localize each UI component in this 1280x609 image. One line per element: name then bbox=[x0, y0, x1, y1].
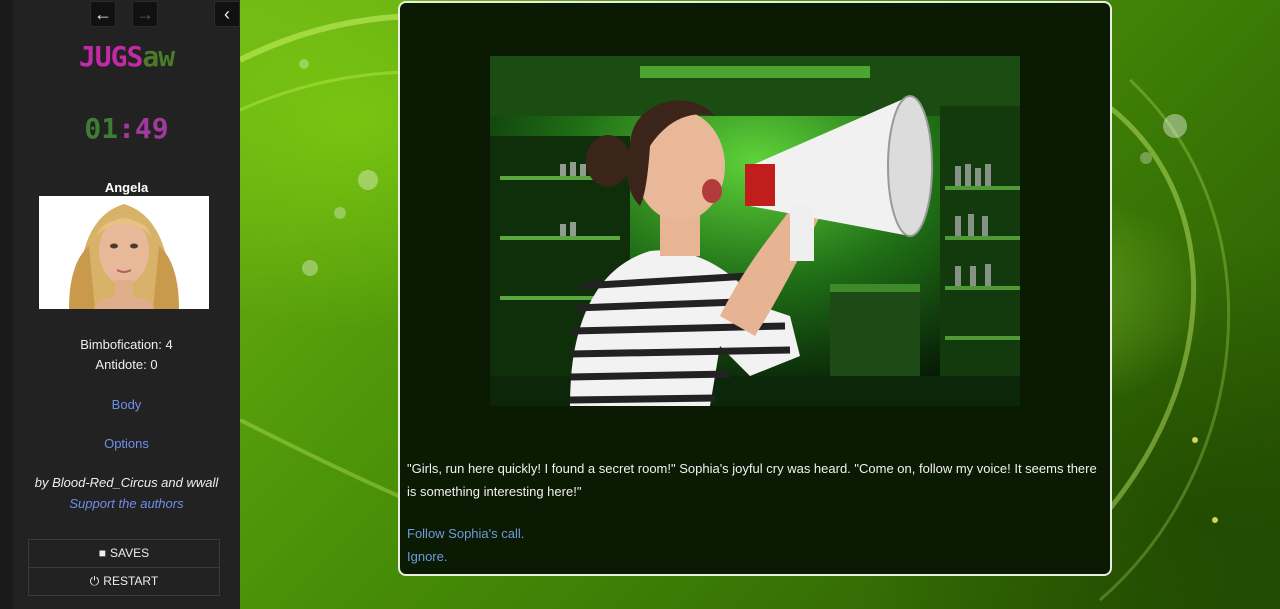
power-icon: ⏻ bbox=[89, 574, 100, 588]
scene-illustration bbox=[490, 56, 1020, 406]
choice-ignore-link[interactable]: Ignore. bbox=[407, 549, 447, 564]
arrow-left-icon: ← bbox=[94, 4, 112, 24]
restart-button[interactable]: ⏻ RESTART bbox=[28, 567, 220, 596]
options-link[interactable]: Options bbox=[13, 436, 240, 451]
history-forward-button[interactable]: → bbox=[132, 1, 158, 27]
sidebar-collapse-button[interactable]: ‹ bbox=[214, 1, 240, 27]
chevron-left-icon: ‹ bbox=[224, 4, 230, 24]
story-passage: "Girls, run here quickly! I found a secr… bbox=[398, 1, 1112, 576]
sidebar: ← → ‹ JUGSaw 01:49 Angela Bimbofication:… bbox=[0, 0, 240, 609]
choice-follow-sophia-link[interactable]: Follow Sophia's call. bbox=[407, 526, 524, 541]
saves-button[interactable]: ■ SAVES bbox=[28, 539, 220, 568]
character-name: Angela bbox=[104, 180, 149, 195]
bimbofication-stat: Bimbofication: 4 bbox=[80, 337, 173, 352]
countdown-timer: 01:49 bbox=[84, 112, 169, 145]
antidote-stat: Antidote: 0 bbox=[95, 357, 158, 372]
character-portrait bbox=[39, 196, 209, 309]
author-credit: by Blood-Red_Circus and wwall bbox=[34, 475, 219, 490]
game-title: JUGSaw bbox=[78, 40, 175, 73]
support-authors-link[interactable]: Support the authors bbox=[13, 496, 240, 511]
arrow-right-icon: → bbox=[136, 4, 154, 24]
passage-text: "Girls, run here quickly! I found a secr… bbox=[407, 461, 1097, 499]
history-back-button[interactable]: ← bbox=[90, 1, 116, 27]
floppy-disk-icon: ■ bbox=[98, 546, 107, 560]
body-link[interactable]: Body bbox=[13, 397, 240, 412]
